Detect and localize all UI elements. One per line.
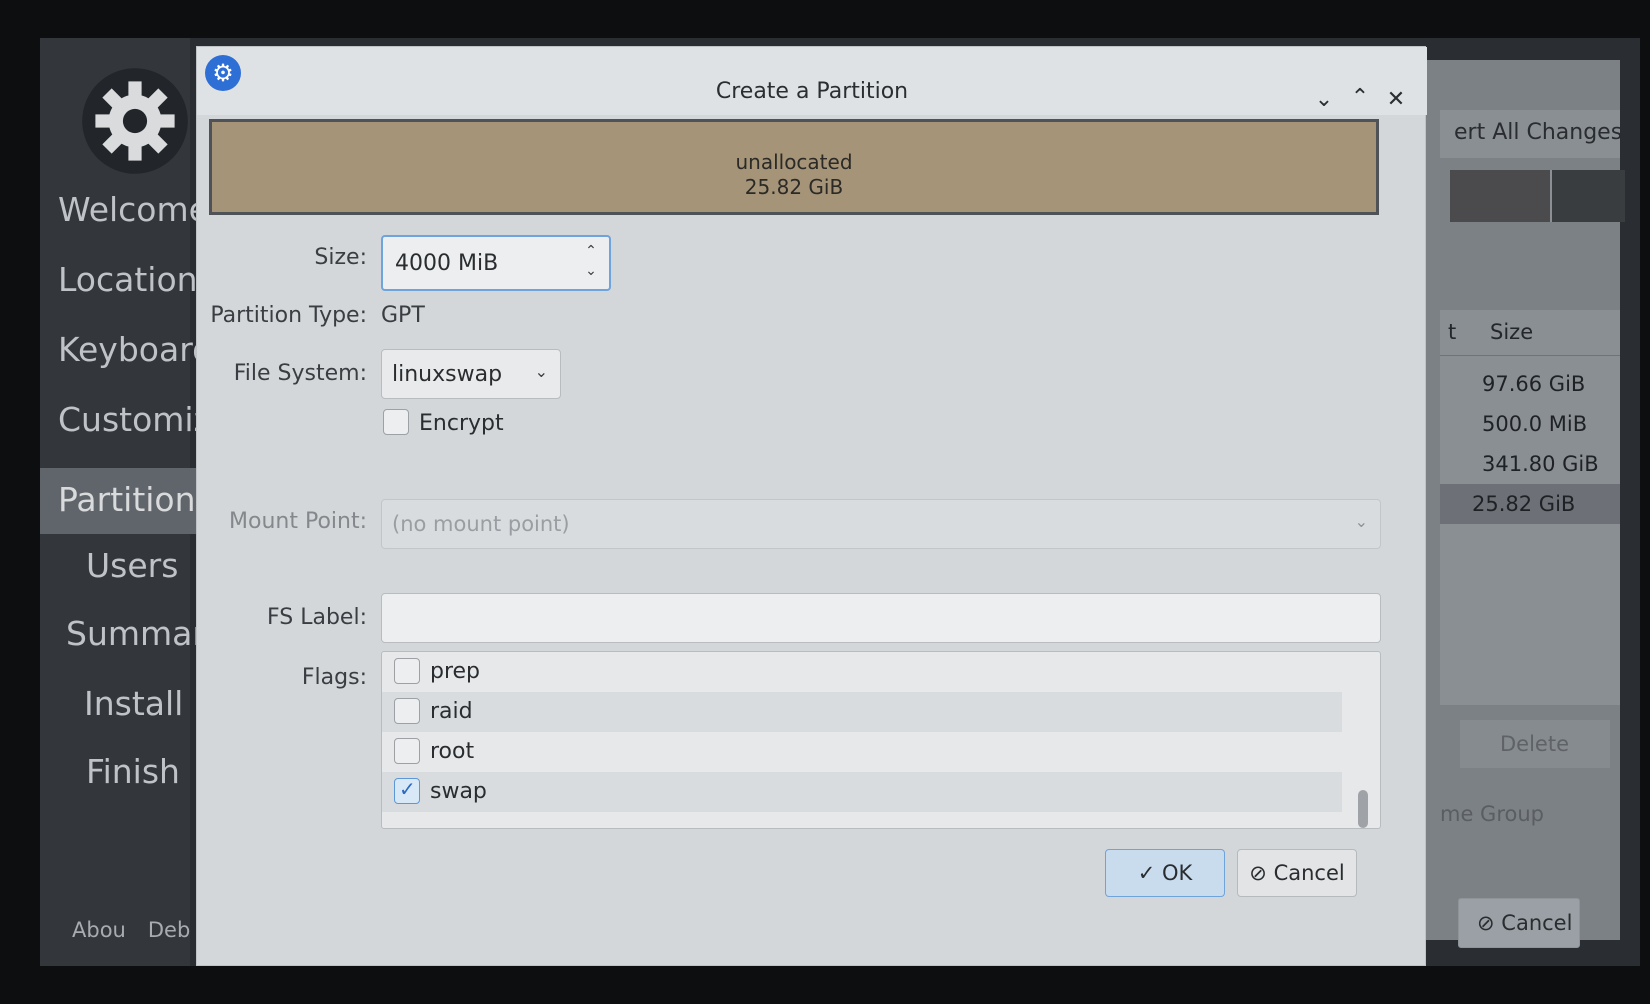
dialog-titlebar[interactable]: ⚙ Create a Partition ⌄ ⌃ ✕ [197,47,1427,115]
maximize-button[interactable]: ⌃ [1345,85,1375,115]
installer-cancel-label: Cancel [1501,911,1573,935]
file-system-select[interactable]: linuxswap ⌄ [381,349,561,399]
flag-row-raid[interactable]: raid [382,692,1342,732]
table-row[interactable]: 97.66 GiB [1440,364,1620,404]
checkmark-icon: ✓ [1137,861,1156,885]
close-button[interactable]: ✕ [1381,87,1411,117]
flag-checkbox-swap[interactable] [394,777,420,804]
size-label: Size: [314,245,367,270]
cancel-label: Cancel [1273,861,1345,885]
partition-type-label: Partition Type: [210,303,367,328]
encrypt-label[interactable]: Encrypt [419,411,504,436]
flag-row-prep[interactable]: prep [382,652,1342,692]
flag-checkbox-raid[interactable] [394,698,420,724]
chevron-down-icon: ⌄ [534,362,548,381]
flags-list[interactable]: prep raid root swap [381,651,1381,829]
flags-scrollbar[interactable] [1358,790,1368,828]
table-row-selected[interactable]: 25.82 GiB [1440,484,1620,524]
partition-table: t Size 97.66 GiB 500.0 MiB 341.80 GiB 25… [1440,310,1620,705]
chevron-down-icon[interactable]: ⌄ [581,263,601,279]
create-partition-dialog: ⚙ Create a Partition ⌄ ⌃ ✕ unallocated 2… [196,46,1427,966]
file-system-label: File System: [233,361,367,386]
sidebar-footer: Abou Deb [72,918,212,942]
encrypt-checkbox[interactable] [383,409,409,435]
sidebar: Welcome Location Keyboard Customize Part… [40,38,250,966]
ok-label: OK [1161,861,1193,885]
fs-label-input[interactable] [381,593,1381,643]
gear-logo-icon [82,68,188,174]
unallocated-size: 25.82 GiB [744,175,844,199]
chevron-down-icon: ⌄ [1354,512,1368,531]
dialog-title: Create a Partition [715,79,909,104]
cancel-button[interactable]: ⊘ Cancel [1237,849,1357,897]
flag-label-prep: prep [430,659,481,684]
flag-checkbox-prep[interactable] [394,658,420,684]
cancel-icon: ⊘ [1249,861,1267,885]
flag-row-swap[interactable]: swap [382,772,1342,812]
file-system-value: linuxswap [392,362,503,387]
partition-bar-selected-segment [1550,170,1625,222]
table-row[interactable]: 341.80 GiB [1440,444,1620,484]
flag-label-raid: raid [430,699,473,724]
revert-all-changes-button[interactable]: ert All Changes [1440,110,1622,158]
cancel-icon: ⊘ [1477,911,1495,935]
size-value: 4000 MiB [395,251,499,276]
mount-point-select[interactable]: (no mount point) ⌄ [381,499,1381,549]
installer-cancel-button[interactable]: ⊘ Cancel [1458,898,1580,948]
debug-button[interactable]: Deb [148,918,190,942]
about-button[interactable]: Abou [72,918,126,942]
mount-point-label: Mount Point: [229,509,367,534]
table-header: t Size [1440,310,1620,356]
chevron-up-icon[interactable]: ⌃ [581,243,601,259]
flags-label: Flags: [301,665,367,690]
partition-type-value: GPT [381,303,425,328]
fs-label-label: FS Label: [267,605,367,630]
flag-label-root: root [430,739,475,764]
unallocated-name: unallocated [735,150,853,174]
mount-point-placeholder: (no mount point) [392,512,570,536]
flag-checkbox-root[interactable] [394,738,420,764]
column-header-partial: t [1448,320,1457,344]
ok-button[interactable]: ✓ OK [1105,849,1225,897]
column-header-size[interactable]: Size [1490,320,1533,344]
delete-button[interactable]: Delete [1460,720,1610,768]
volume-group-button[interactable]: me Group [1440,790,1590,838]
flag-label-swap: swap [430,779,487,804]
minimize-button[interactable]: ⌄ [1309,87,1339,117]
size-spinbox[interactable]: 4000 MiB ⌃ ⌄ [381,235,611,291]
table-row[interactable]: 500.0 MiB [1440,404,1620,444]
flag-row-root[interactable]: root [382,732,1342,772]
unallocated-bar: unallocated 25.82 GiB [209,119,1379,215]
partition-bar [1450,170,1625,222]
